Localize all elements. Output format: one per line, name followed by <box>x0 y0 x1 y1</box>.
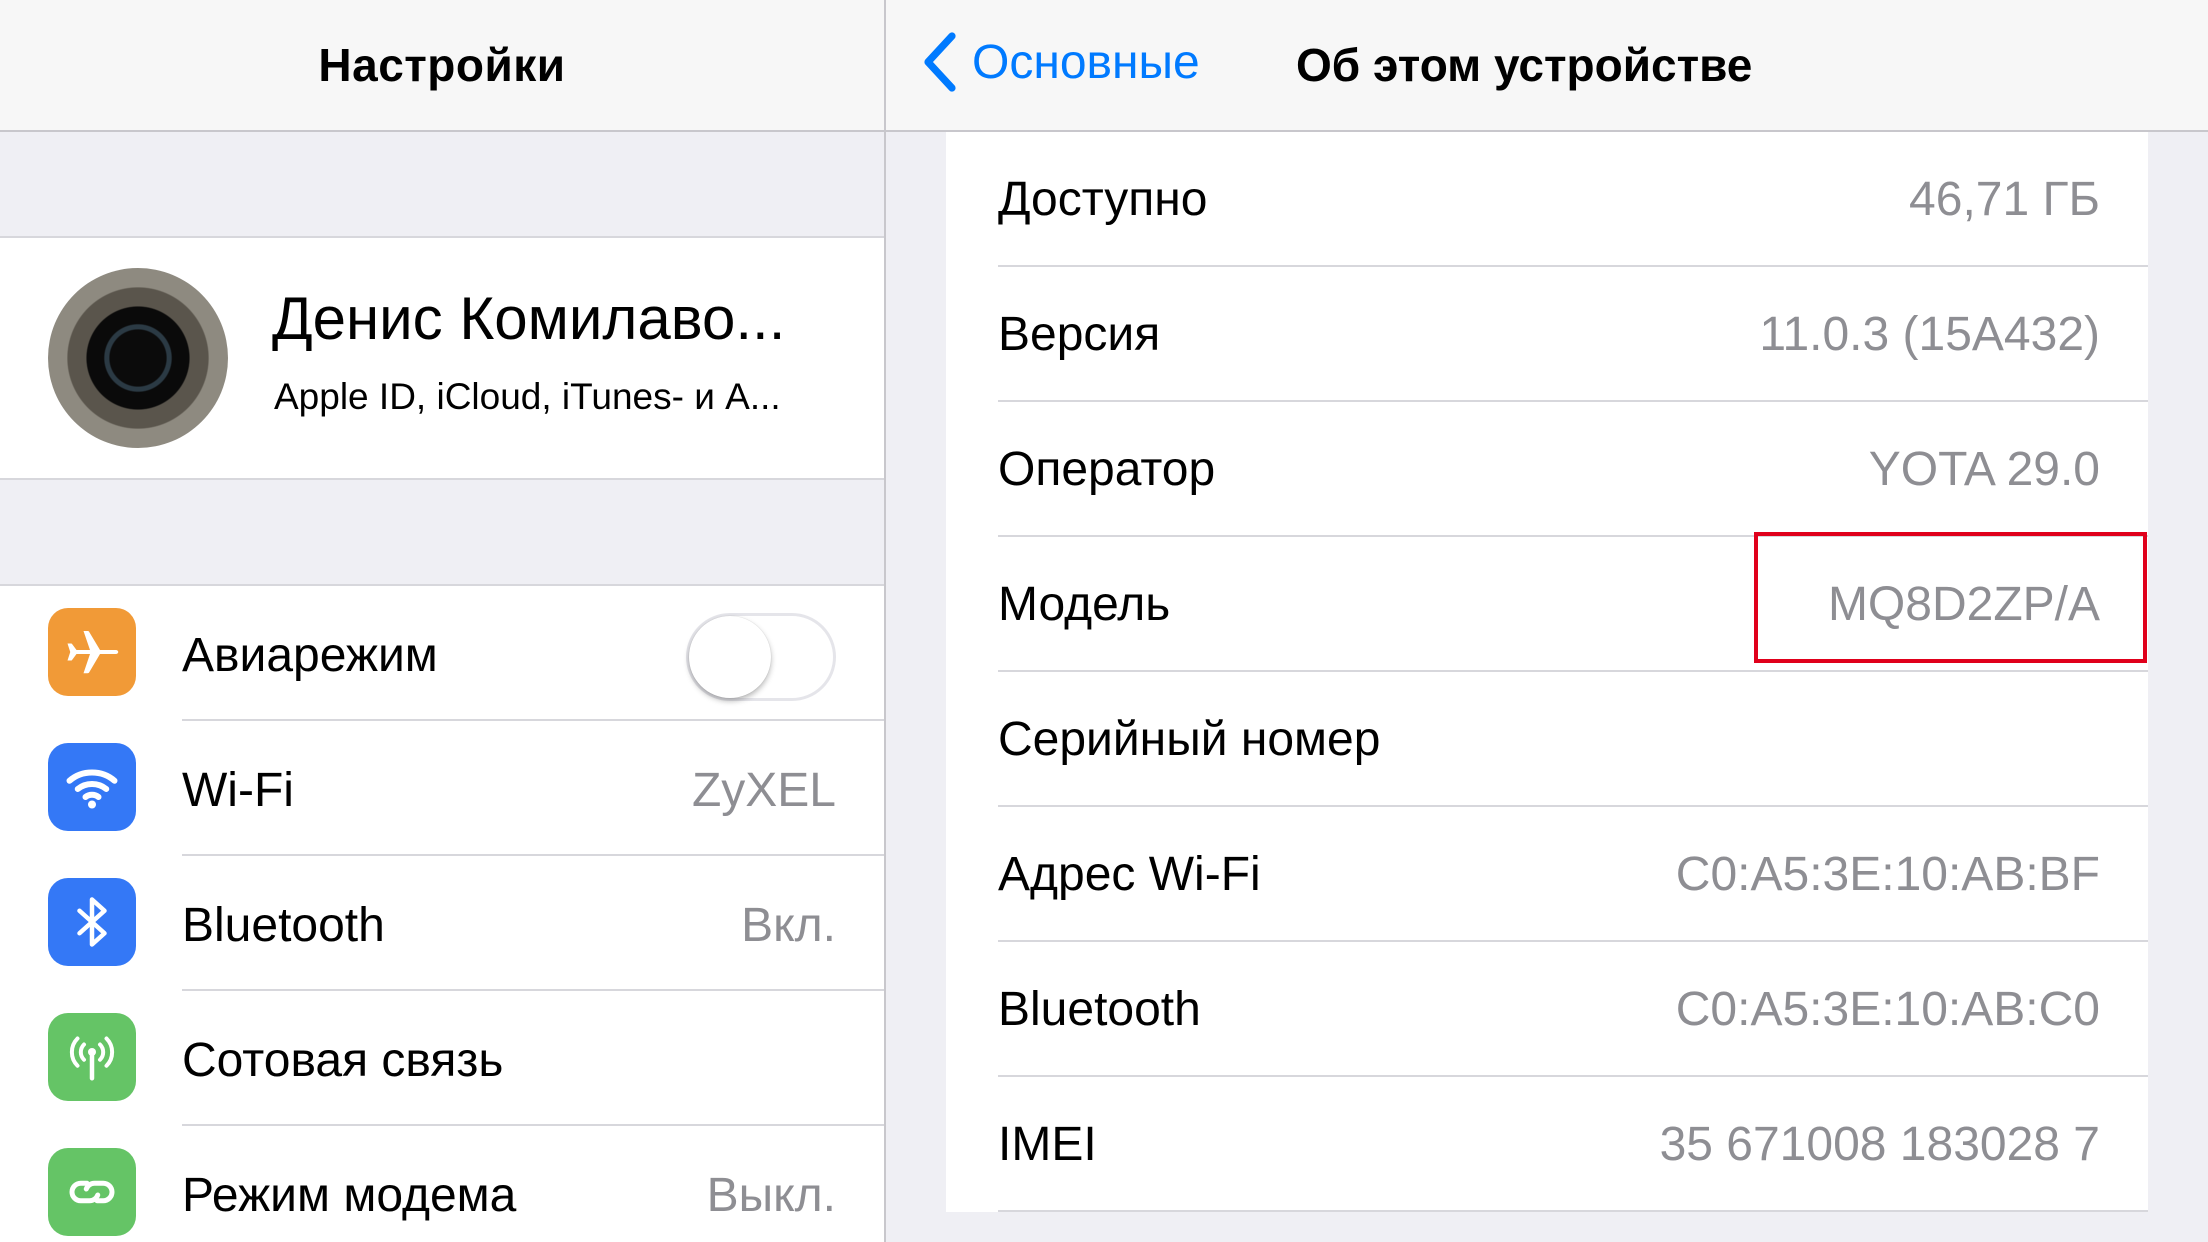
info-label: Bluetooth <box>998 983 1201 1036</box>
cellular-icon <box>48 1013 136 1101</box>
settings-nav-bar: Настройки <box>0 0 884 132</box>
info-label: Оператор <box>998 443 1216 496</box>
settings-list: Авиарежим Wi-Fi ZyXEL Bluetooth Вкл. Сот… <box>0 584 884 1242</box>
airplane-mode-toggle[interactable] <box>686 613 836 701</box>
chevron-left-icon <box>924 32 956 92</box>
about-detail-pane: Основные Об этом устройстве Доступно 46,… <box>886 0 2208 1242</box>
about-nav-bar: Основные Об этом устройстве <box>886 0 2208 132</box>
info-value: 11.0.3 (15A432) <box>1759 308 2100 361</box>
info-row-bluetooth-address: Bluetooth C0:A5:3E:10:AB:C0 <box>946 942 2148 1077</box>
setting-label-hotspot: Режим модема <box>182 1169 517 1222</box>
info-row-wifi-address: Адрес Wi-Fi C0:A5:3E:10:AB:BF <box>946 807 2148 942</box>
device-info-table: Доступно 46,71 ГБ Версия 11.0.3 (15A432)… <box>946 132 2148 1212</box>
info-value: 46,71 ГБ <box>1909 173 2100 226</box>
setting-label-cellular: Сотовая связь <box>182 1034 504 1087</box>
info-value: YOTA 29.0 <box>1868 443 2100 496</box>
apple-id-profile-row[interactable]: Денис Комилаво... Apple ID, iCloud, iTun… <box>0 236 884 480</box>
setting-label-bluetooth: Bluetooth <box>182 899 385 952</box>
setting-value-hotspot: Выкл. <box>706 1169 836 1222</box>
info-row-carrier: Оператор YOTA 29.0 <box>946 402 2148 537</box>
info-label: IMEI <box>998 1118 1097 1171</box>
setting-row-hotspot[interactable]: Режим модема Выкл. <box>0 1126 884 1242</box>
wifi-icon <box>48 743 136 831</box>
info-row-available: Доступно 46,71 ГБ <box>946 132 2148 267</box>
back-button-label: Основные <box>972 35 1200 89</box>
airplane-icon <box>48 608 136 696</box>
info-value: C0:A5:3E:10:AB:C0 <box>1675 983 2100 1036</box>
setting-row-bluetooth[interactable]: Bluetooth Вкл. <box>0 856 884 991</box>
settings-title: Настройки <box>318 39 566 91</box>
back-button[interactable]: Основные <box>922 30 1200 94</box>
hotspot-icon <box>48 1148 136 1236</box>
info-value: 35 671008 183028 7 <box>1659 1118 2100 1171</box>
setting-label-airplane: Авиарежим <box>182 629 438 682</box>
profile-name: Денис Комилаво... <box>272 285 786 352</box>
divider <box>998 1210 2148 1212</box>
setting-value-bluetooth: Вкл. <box>741 899 836 952</box>
avatar <box>48 268 228 448</box>
about-title: Об этом устройстве <box>1296 39 1753 91</box>
screen: Настройки Денис Комилаво... Apple ID, iC… <box>0 0 2208 1242</box>
setting-row-wifi[interactable]: Wi-Fi ZyXEL <box>0 721 884 856</box>
info-label: Версия <box>998 308 1161 361</box>
info-label: Адрес Wi-Fi <box>998 848 1261 901</box>
settings-master-pane: Настройки Денис Комилаво... Apple ID, iC… <box>0 0 886 1242</box>
setting-label-wifi: Wi-Fi <box>182 764 294 817</box>
info-row-serial: Серийный номер <box>946 672 2148 807</box>
setting-value-wifi: ZyXEL <box>691 764 836 817</box>
model-highlight-box <box>1754 532 2147 663</box>
info-label: Серийный номер <box>998 713 1381 766</box>
info-row-version: Версия 11.0.3 (15A432) <box>946 267 2148 402</box>
setting-row-cellular[interactable]: Сотовая связь <box>0 991 884 1126</box>
info-row-imei: IMEI 35 671008 183028 7 <box>946 1077 2148 1212</box>
profile-subtitle: Apple ID, iCloud, iTunes- и A... <box>274 376 781 417</box>
info-label: Доступно <box>998 173 1208 226</box>
setting-row-airplane[interactable]: Авиарежим <box>0 586 884 721</box>
info-value: C0:A5:3E:10:AB:BF <box>1675 848 2100 901</box>
toggle-knob <box>689 616 771 698</box>
info-label: Модель <box>998 578 1171 631</box>
bluetooth-icon <box>48 878 136 966</box>
